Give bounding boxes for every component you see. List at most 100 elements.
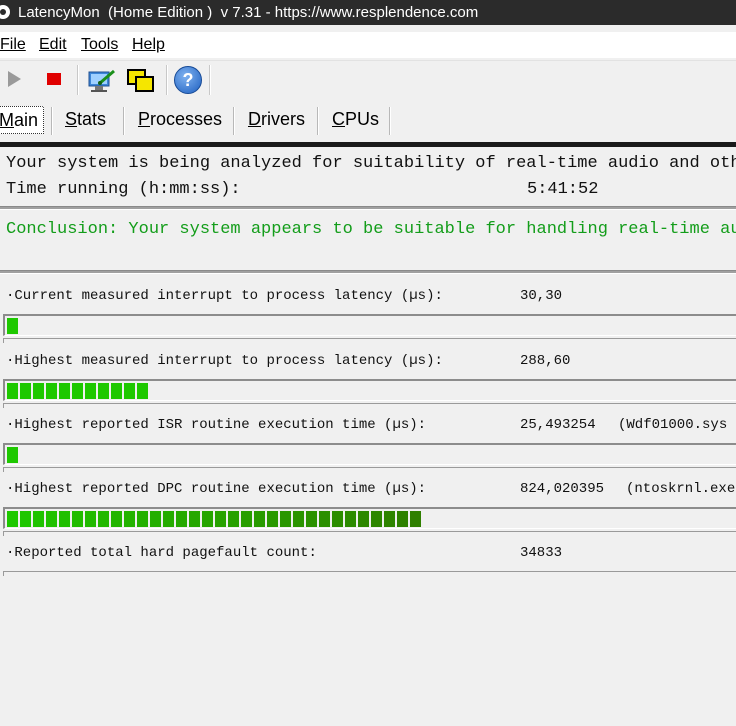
meter-segment bbox=[20, 511, 31, 527]
metric-driver-name: (Wdf01000.sys bbox=[618, 417, 728, 433]
toolbar-separator bbox=[166, 65, 168, 95]
meter-segment bbox=[59, 511, 70, 527]
toolbar-separator bbox=[77, 65, 79, 95]
meter-segment bbox=[202, 511, 213, 527]
menu-tools[interactable]: Tools bbox=[81, 36, 118, 54]
meter-bottom-edge bbox=[3, 467, 736, 472]
metric-value: 34833 bbox=[520, 545, 563, 561]
latencymon-app-icon bbox=[0, 5, 10, 19]
meter-segment bbox=[358, 511, 369, 527]
metric-driver-name: (ntoskrnl.exe bbox=[626, 481, 736, 497]
meter-segment bbox=[33, 511, 44, 527]
meter-segment bbox=[176, 511, 187, 527]
meter-segment bbox=[33, 383, 44, 399]
menu-bar: File Edit Tools Help bbox=[0, 32, 736, 58]
tab-drivers[interactable]: Drivers bbox=[248, 109, 305, 137]
meter-segment bbox=[72, 511, 83, 527]
meter-segment bbox=[371, 511, 382, 527]
section-divider bbox=[0, 270, 736, 274]
title-bar[interactable]: LatencyMon (Home Edition ) v 7.31 - http… bbox=[0, 0, 736, 25]
tab-cpus[interactable]: CPUs bbox=[332, 109, 379, 137]
meter-segment bbox=[410, 511, 421, 527]
meter-segment bbox=[345, 511, 356, 527]
stop-icon[interactable] bbox=[47, 73, 61, 85]
analysis-status-text: Your system is being analyzed for suitab… bbox=[6, 154, 736, 173]
meter-segment bbox=[59, 383, 70, 399]
metric-label: ·Highest measured interrupt to process l… bbox=[6, 353, 443, 369]
menu-edit[interactable]: Edit bbox=[39, 36, 67, 54]
meter-segment bbox=[306, 511, 317, 527]
meter-segment bbox=[85, 383, 96, 399]
tab-divider bbox=[317, 107, 319, 135]
meter-segment bbox=[267, 511, 278, 527]
meter-segment bbox=[150, 511, 161, 527]
window-title: LatencyMon (Home Edition ) v 7.31 - http… bbox=[18, 4, 479, 21]
help-icon[interactable]: ? bbox=[174, 66, 202, 94]
metric-label: ·Reported total hard pagefault count: bbox=[6, 545, 317, 561]
play-icon[interactable] bbox=[8, 71, 21, 87]
latency-meter-fill bbox=[7, 318, 20, 334]
meter-bottom-edge bbox=[3, 531, 736, 536]
tab-divider bbox=[389, 107, 391, 135]
latency-meter-fill bbox=[7, 511, 423, 527]
menu-help[interactable]: Help bbox=[132, 36, 165, 54]
metric-label: ·Highest reported DPC routine execution … bbox=[6, 481, 427, 497]
meter-segment bbox=[280, 511, 291, 527]
analyze-icon[interactable] bbox=[86, 67, 116, 93]
latency-meter-fill bbox=[7, 383, 150, 399]
time-running-value: 5:41:52 bbox=[527, 180, 599, 199]
meter-segment bbox=[137, 383, 148, 399]
tab-main[interactable]: Main bbox=[0, 106, 44, 134]
meter-segment bbox=[293, 511, 304, 527]
tab-stats[interactable]: Stats bbox=[65, 109, 106, 137]
meter-segment bbox=[72, 383, 83, 399]
toolbar: ? bbox=[0, 60, 736, 99]
tab-divider bbox=[123, 107, 125, 135]
meter-segment bbox=[111, 383, 122, 399]
panel-top-border bbox=[0, 142, 736, 147]
toolbar-separator bbox=[209, 65, 211, 95]
time-running-label: Time running (h:mm:ss): bbox=[6, 180, 241, 199]
meter-segment bbox=[7, 447, 18, 463]
meter-bottom-edge bbox=[3, 338, 736, 343]
meter-segment bbox=[124, 511, 135, 527]
latency-meter-bar bbox=[3, 314, 736, 336]
meter-segment bbox=[7, 383, 18, 399]
latency-meter-bar bbox=[3, 443, 736, 465]
meter-segment bbox=[98, 383, 109, 399]
meter-segment bbox=[111, 511, 122, 527]
tab-divider bbox=[233, 107, 235, 135]
metric-value: 30,30 bbox=[520, 288, 563, 304]
meter-segment bbox=[163, 511, 174, 527]
windows-icon[interactable] bbox=[126, 67, 156, 93]
tab-divider bbox=[51, 107, 53, 135]
meter-bottom-edge bbox=[3, 403, 736, 408]
latency-meter-fill bbox=[7, 447, 20, 463]
meter-segment bbox=[46, 511, 57, 527]
meter-segment bbox=[85, 511, 96, 527]
conclusion-text: Conclusion: Your system appears to be su… bbox=[6, 220, 736, 239]
meter-segment bbox=[7, 511, 18, 527]
menu-file[interactable]: File bbox=[0, 36, 26, 54]
meter-segment bbox=[254, 511, 265, 527]
metric-value: 824,020395 bbox=[520, 481, 605, 497]
meter-segment bbox=[189, 511, 200, 527]
meter-segment bbox=[46, 383, 57, 399]
metric-label: ·Current measured interrupt to process l… bbox=[6, 288, 443, 304]
tab-bar: Main Stats Processes Drivers CPUs bbox=[0, 101, 736, 137]
meter-segment bbox=[137, 511, 148, 527]
meter-segment bbox=[397, 511, 408, 527]
meter-segment bbox=[319, 511, 330, 527]
latency-meter-bar bbox=[3, 379, 736, 401]
meter-segment bbox=[241, 511, 252, 527]
metric-value: 25,493254 bbox=[520, 417, 596, 433]
tab-processes[interactable]: Processes bbox=[138, 109, 222, 137]
meter-segment bbox=[7, 318, 18, 334]
meter-segment bbox=[215, 511, 226, 527]
meter-segment bbox=[124, 383, 135, 399]
section-divider bbox=[0, 206, 736, 210]
meter-segment bbox=[384, 511, 395, 527]
meter-segment bbox=[332, 511, 343, 527]
meter-segment bbox=[98, 511, 109, 527]
meter-bottom-edge bbox=[3, 571, 736, 576]
